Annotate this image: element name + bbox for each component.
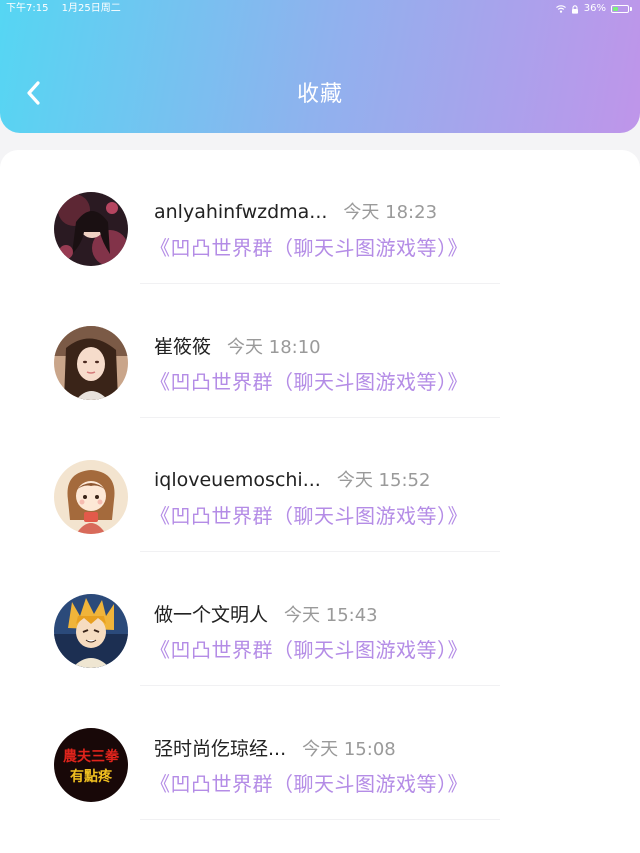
favorites-page: 下午7:15 1月25日周二 36% 收藏 anlyahinfwzdma... … (0, 0, 640, 853)
group-link[interactable]: 《凹凸世界群（聊天斗图游戏等）》 (150, 366, 468, 395)
favorites-list: anlyahinfwzdma... 今天 18:23 《凹凸世界群（聊天斗图游戏… (0, 150, 640, 853)
status-date: 1月25日周二 (61, 3, 121, 14)
wifi-icon (555, 5, 566, 13)
favorite-item[interactable]: 做一个文明人 今天 15:43 《凹凸世界群（聊天斗图游戏等）》 (0, 552, 640, 686)
status-bar: 下午7:15 1月25日周二 36% (0, 0, 640, 18)
timestamp: 今天 18:10 (227, 337, 321, 358)
group-link[interactable]: 《凹凸世界群（聊天斗图游戏等）》 (150, 634, 468, 663)
group-link[interactable]: 《凹凸世界群（聊天斗图游戏等）》 (150, 500, 468, 529)
avatar (54, 192, 128, 266)
user-name: anlyahinfwzdma... (154, 201, 328, 223)
avatar (54, 460, 128, 534)
battery-icon (611, 5, 632, 13)
divider (140, 819, 500, 820)
avatar (54, 326, 128, 400)
favorite-item[interactable]: 農夫三拳 有點疼 弪时尚仡琼经... 今天 15:08 《凹凸世界群（聊天斗图游… (0, 686, 640, 820)
battery-percent: 36% (583, 3, 606, 14)
favorite-item[interactable]: 崔筱筱 今天 18:10 《凹凸世界群（聊天斗图游戏等）》 (0, 284, 640, 418)
svg-text:農夫三拳: 農夫三拳 (63, 748, 120, 765)
svg-text:有點疼: 有點疼 (70, 768, 113, 785)
user-name: 崔筱筱 (154, 336, 212, 358)
group-link[interactable]: 《凹凸世界群（聊天斗图游戏等）》 (150, 232, 468, 261)
page-title: 收藏 (296, 82, 343, 107)
user-name: 弪时尚仡琼经... (154, 738, 287, 760)
timestamp: 今天 15:08 (302, 739, 396, 760)
status-time: 下午7:15 (6, 3, 49, 14)
favorite-item[interactable]: iqloveuemoschi... 今天 15:52 《凹凸世界群（聊天斗图游戏… (0, 418, 640, 552)
avatar (54, 594, 128, 668)
timestamp: 今天 18:23 (343, 202, 438, 223)
favorite-item[interactable]: anlyahinfwzdma... 今天 18:23 《凹凸世界群（聊天斗图游戏… (0, 150, 640, 284)
timestamp: 今天 15:43 (284, 605, 378, 626)
group-link[interactable]: 《凹凸世界群（聊天斗图游戏等）》 (150, 768, 468, 797)
lock-icon (571, 4, 579, 14)
timestamp: 今天 15:52 (336, 470, 431, 491)
avatar: 農夫三拳 有點疼 (54, 728, 128, 802)
header: 下午7:15 1月25日周二 36% 收藏 (0, 0, 640, 133)
user-name: 做一个文明人 (154, 604, 269, 626)
user-name: iqloveuemoschi... (154, 469, 321, 491)
